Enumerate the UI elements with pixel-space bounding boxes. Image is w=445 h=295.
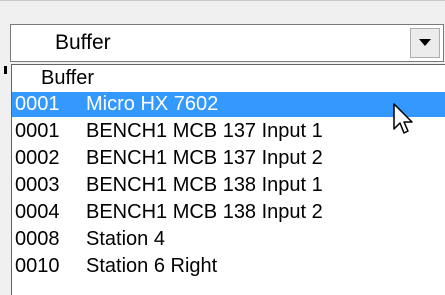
item-code: 0008: [15, 228, 60, 250]
list-item[interactable]: Buffer: [12, 66, 445, 91]
dropdown-list[interactable]: Buffer 0001 Micro HX 7602 0001 BENCH1 MC…: [11, 64, 445, 295]
item-code: 0002: [15, 147, 60, 169]
list-item[interactable]: 0004 BENCH1 MCB 138 Input 2: [12, 200, 445, 225]
item-code: 0001: [15, 93, 60, 115]
item-code: 0003: [15, 174, 60, 196]
frame-tick: [4, 66, 7, 74]
item-name: Micro HX 7602: [86, 93, 219, 115]
item-name: BENCH1 MCB 137 Input 2: [86, 147, 323, 169]
chevron-down-icon: [419, 39, 431, 46]
list-item[interactable]: 0003 BENCH1 MCB 138 Input 1: [12, 173, 445, 198]
list-item[interactable]: 0008 Station 4: [12, 227, 445, 252]
item-name: Station 6 Right: [86, 255, 218, 277]
combobox-dropdown-button[interactable]: [410, 28, 440, 58]
combobox-value: Buffer: [55, 31, 111, 54]
mouse-pointer-icon: [393, 103, 413, 134]
item-name: BENCH1 MCB 138 Input 2: [86, 201, 323, 223]
buffer-combobox[interactable]: Buffer: [10, 24, 444, 62]
list-item[interactable]: 0001 BENCH1 MCB 137 Input 1: [12, 119, 445, 144]
item-name: Buffer: [41, 67, 94, 89]
item-code: 0010: [15, 255, 60, 277]
item-name: BENCH1 MCB 137 Input 1: [86, 120, 323, 142]
list-item-selected[interactable]: 0001 Micro HX 7602: [12, 92, 445, 117]
list-item[interactable]: 0002 BENCH1 MCB 137 Input 2: [12, 146, 445, 171]
item-code: 0001: [15, 120, 60, 142]
window-edge: [0, 0, 445, 1]
item-name: Station 4: [86, 228, 165, 250]
item-code: 0004: [15, 201, 60, 223]
item-name: BENCH1 MCB 138 Input 1: [86, 174, 323, 196]
list-item[interactable]: 0010 Station 6 Right: [12, 254, 445, 279]
